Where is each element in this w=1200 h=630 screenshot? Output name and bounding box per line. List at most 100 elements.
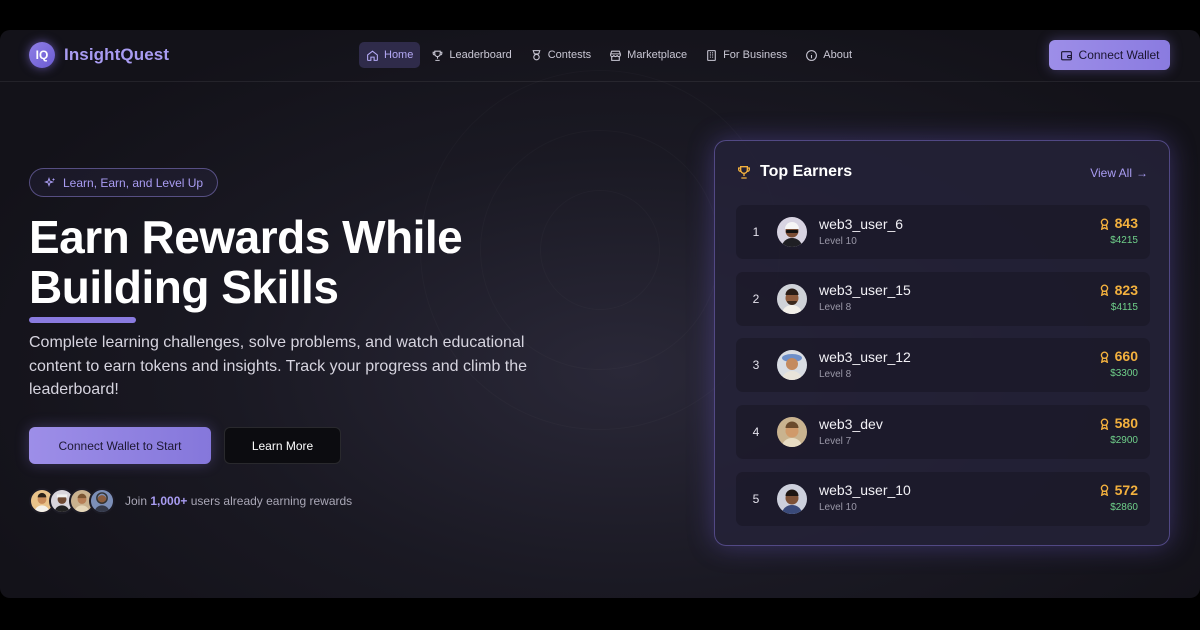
nav-item-label: For Business [723,49,788,61]
points: 580 [1099,415,1138,432]
user-info: web3_dev Level 7 [819,416,883,449]
trophy-icon [738,166,750,179]
card-header: Top Earners [736,163,852,181]
usd-value: $4215 [1110,235,1138,246]
nav-item-leaderboard[interactable]: Leaderboard [424,42,518,68]
store-icon [610,50,622,61]
nav-item-for-business[interactable]: For Business [698,42,794,68]
user-info: web3_user_15 Level 8 [819,282,911,315]
points-value: 572 [1114,481,1138,498]
rank: 1 [752,225,760,239]
usd-value: $2860 [1110,501,1138,513]
medal-icon [1100,351,1108,363]
user-info: web3_user_12 Level 8 [819,349,911,382]
social-proof-text: Join 1,000+ users already earning reward… [125,494,352,508]
medal-icon [1100,418,1108,430]
connect-wallet-label: Connect Wallet [1078,48,1160,62]
hero-description: Complete learning challenges, solve prob… [29,334,528,398]
brand-logo: IQ [29,42,55,68]
avatar [777,217,807,247]
user-info: web3_user_6 Level 10 [819,216,903,249]
score: 660 $3300 [1099,348,1138,381]
points-value: 843 [1114,215,1138,231]
score: 580 $2900 [1099,415,1138,448]
tagline-text: Learn, Earn, and Level Up [63,175,204,190]
nav-item-home[interactable]: Home [359,42,421,68]
connect-wallet-start-button[interactable]: Connect Wallet to Start [29,427,211,464]
rank: 5 [752,491,760,506]
user-level: Level 10 [819,502,857,514]
user-level: Level 10 [819,235,857,247]
tagline-badge: Learn, Earn, and Level Up [29,168,219,197]
nav-item-label: Marketplace [627,49,688,61]
nav-item-label: About [823,49,853,61]
score: 572 $2860 [1099,482,1138,515]
user-info: web3_user_10 Level 10 [819,482,911,515]
main-menu: Home Leaderboard Contests Marketplace Fo… [359,42,859,68]
arrow-right-icon: → [1136,166,1148,180]
view-all-link[interactable]: View All → [1090,166,1148,180]
info-icon [806,49,818,61]
connect-wallet-button[interactable]: Connect Wallet [1049,40,1170,70]
points: 572 [1099,482,1138,499]
usd-value: $3300 [1110,368,1138,380]
nav-item-label: Leaderboard [449,49,512,61]
headline-line-2: Building Skills [29,261,339,313]
rank: 4 [752,425,760,440]
social-suffix: users already earning rewards [190,494,353,508]
social-prefix: Join [125,494,148,508]
nav-item-label: Contests [547,49,592,61]
learn-more-button[interactable]: Learn More [224,427,341,464]
app-window: IQ InsightQuest Home Leaderboard Contest… [0,30,1200,598]
avatar [777,350,807,381]
avatar-stack [29,488,115,514]
avatar [777,417,807,448]
points: 823 [1099,282,1138,299]
headline-line-1: Earn Rewards While [29,211,463,263]
nav-item-contests[interactable]: Contests [523,42,598,68]
trophy-icon [432,50,443,61]
medal-icon [1100,484,1108,497]
score: 843 $4215 [1099,215,1138,248]
list-item[interactable]: 2 web3_user_15 Level 8 823 $4115 [736,271,1150,326]
username: web3_user_10 [819,482,911,499]
home-icon [367,49,378,61]
medal-icon [1100,284,1108,297]
rank: 3 [752,358,760,373]
top-navbar: IQ InsightQuest Home Leaderboard Contest… [0,30,1200,82]
avatar [89,488,115,514]
nav-item-label: Home [384,49,414,61]
brand-name: InsightQuest [64,45,170,64]
avatar [777,483,807,514]
sparkles-icon [44,176,55,187]
user-level: Level 7 [819,435,852,447]
earners-list: 1 web3_user_6 Level 10 843 $4215 2 web3_… [736,205,1150,538]
building-icon [707,49,716,61]
rank: 2 [752,291,760,306]
list-item[interactable]: 4 web3_dev Level 7 580 $2900 [736,405,1150,460]
hero-headline: Earn Rewards While Building Skills [29,212,589,312]
usd-value: $4115 [1110,301,1138,313]
usd-value: $2900 [1110,435,1138,447]
top-earners-card: Top Earners View All → 1 web3_user_6 Lev… [714,140,1170,546]
wallet-icon [1060,50,1072,60]
headline-underline [29,317,136,323]
avatar [777,283,807,314]
list-item[interactable]: 3 web3_user_12 Level 8 660 $3300 [736,338,1150,393]
user-level: Level 8 [819,302,852,314]
username: web3_user_6 [819,215,904,232]
points-value: 580 [1114,415,1138,432]
points-value: 823 [1114,281,1138,298]
nav-item-about[interactable]: About [798,42,859,68]
view-all-label: View All [1090,166,1132,180]
nav-item-marketplace[interactable]: Marketplace [602,42,694,68]
card-title: Top Earners [760,163,853,180]
medal-icon [1100,218,1108,230]
score: 823 $4115 [1099,282,1138,315]
list-item[interactable]: 5 web3_user_10 Level 10 572 $2860 [736,471,1150,526]
list-item[interactable]: 1 web3_user_6 Level 10 843 $4215 [736,205,1150,259]
brand[interactable]: IQ InsightQuest [29,42,169,68]
user-level: Level 8 [819,368,852,380]
user-count: 1,000+ [150,494,188,508]
username: web3_user_12 [819,348,911,365]
